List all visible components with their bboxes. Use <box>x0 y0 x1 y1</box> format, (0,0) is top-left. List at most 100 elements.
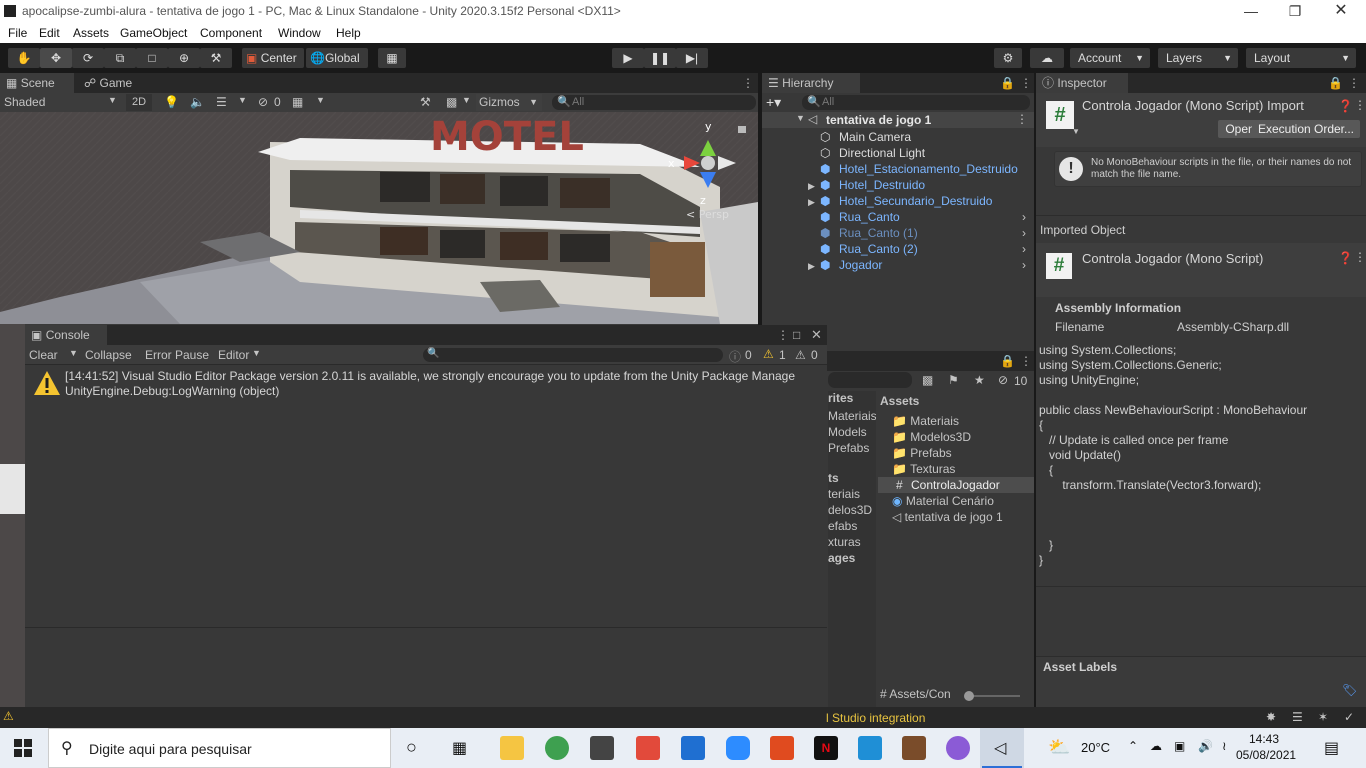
execution-order-button[interactable]: Execution Order... <box>1252 120 1360 138</box>
chevron-right-icon[interactable]: ▶ <box>808 258 815 274</box>
account-dropdown[interactable]: Account ▼ <box>1070 48 1150 68</box>
unity-taskbar-button[interactable]: ◁ <box>980 728 1024 768</box>
tree-item[interactable]: Prefabs <box>828 441 869 455</box>
temperature-label[interactable]: 20°C <box>1081 740 1110 755</box>
menu-help[interactable]: Help <box>336 26 361 40</box>
scene-viewport[interactable]: MOTEL y x z < Persp <box>0 112 758 324</box>
game-app-icon[interactable] <box>902 736 926 760</box>
asset-item[interactable]: ◉ Material Cenário <box>892 494 994 508</box>
scene-menu-icon[interactable]: ⋮ <box>742 76 754 90</box>
notifications-icon[interactable]: ▤ <box>1324 738 1339 758</box>
help-icon[interactable]: ❓ <box>1338 99 1353 113</box>
asset-item[interactable]: 📁 Modelos3D <box>892 430 971 444</box>
chevron-right-icon[interactable]: › <box>1022 241 1026 257</box>
console-splitter[interactable] <box>25 627 827 628</box>
project-menu-icon[interactable]: ⋮ <box>1020 354 1032 368</box>
shading-mode-dropdown[interactable]: Shaded ▼ <box>4 95 120 111</box>
hierarchy-item[interactable]: ▶ ⬢ Hotel_Secundario_Destruido <box>762 193 1034 209</box>
layers-dropdown[interactable]: Layers ▼ <box>1158 48 1238 68</box>
chevron-down-icon[interactable]: ▼ <box>252 348 261 358</box>
menu-file[interactable]: File <box>8 26 27 40</box>
component-menu-icon[interactable]: ⋮ <box>1354 98 1366 112</box>
menu-window[interactable]: Window <box>278 26 321 40</box>
menu-component[interactable]: Component <box>200 26 262 40</box>
label-tag-icon[interactable]: 🏷 <box>1342 683 1357 697</box>
chevron-down-icon[interactable]: ▼ <box>69 348 78 358</box>
menu-gameobject[interactable]: GameObject <box>120 26 187 40</box>
chevron-right-icon[interactable]: › <box>1022 257 1026 273</box>
battery-icon[interactable]: ▣ <box>1174 739 1185 753</box>
hierarchy-item[interactable]: ⬢ Rua_Canto › <box>762 209 1034 225</box>
hierarchy-item[interactable]: ⬡ Main Camera <box>762 129 1034 145</box>
menu-assets[interactable]: Assets <box>73 26 109 40</box>
asset-item[interactable]: 📁 Materiais <box>892 414 959 428</box>
chevron-down-icon[interactable]: ▼ <box>796 113 805 123</box>
help-icon[interactable]: ❓ <box>1338 251 1353 265</box>
gizmos-dropdown[interactable]: Gizmos ▼ <box>476 94 542 111</box>
cortana-icon[interactable]: ○ <box>406 737 417 758</box>
hierarchy-item[interactable]: ⬢ Hotel_Estacionamento_Destruido <box>762 161 1034 177</box>
chevron-right-icon[interactable]: › <box>1022 225 1026 241</box>
chevron-down-icon[interactable]: ▼ <box>1072 127 1080 136</box>
asset-item[interactable]: 📁 Prefabs <box>892 446 952 460</box>
gift-icon[interactable] <box>636 736 660 760</box>
hierarchy-search-input[interactable]: 🔍 All <box>802 95 1030 110</box>
error-pause-toggle[interactable]: Error Pause <box>145 348 209 362</box>
hierarchy-item[interactable]: ⬢ Rua_Canto (2) › <box>762 241 1034 257</box>
chrome-icon[interactable] <box>545 736 569 760</box>
office-icon[interactable] <box>770 736 794 760</box>
grid-toggle-icon[interactable]: ▦ <box>292 95 303 109</box>
hierarchy-item[interactable]: ▶ ⬢ Jogador › <box>762 257 1034 273</box>
play-button[interactable]: ▶ <box>612 48 644 68</box>
cache-icon[interactable]: ☰ <box>1292 710 1303 724</box>
browser-icon[interactable] <box>946 736 970 760</box>
check-icon[interactable]: ✓ <box>1344 710 1354 724</box>
clear-button[interactable]: Clear <box>29 348 58 362</box>
tree-item[interactable]: xturas <box>828 535 861 549</box>
clock-date[interactable]: 05/08/2021 <box>1236 748 1296 762</box>
hidden-objects-icon[interactable]: ⊘ <box>258 95 268 109</box>
chevron-down-icon[interactable]: ▼ <box>238 95 247 105</box>
pause-button[interactable]: ❚❚ <box>644 48 676 68</box>
info-icon[interactable]: ⓘ <box>729 348 741 365</box>
network-warning-icon[interactable]: ☁ <box>1150 739 1162 753</box>
transform-tool-icon[interactable]: ⊕ <box>168 48 200 68</box>
chevron-down-icon[interactable]: ▼ <box>462 95 471 105</box>
tree-item[interactable]: Materiais <box>828 409 876 423</box>
2d-toggle[interactable]: 2D <box>126 94 152 111</box>
scene-search-input[interactable]: 🔍 All <box>552 95 756 110</box>
console-entry[interactable]: [14:41:52] Visual Studio Editor Package … <box>25 366 827 402</box>
create-button[interactable]: +▾ <box>766 95 790 111</box>
wifi-icon[interactable]: ≀ <box>1222 739 1227 753</box>
error-icon[interactable]: ⚠ <box>795 348 806 362</box>
minimize-button[interactable]: — <box>1228 0 1274 23</box>
services-icon[interactable]: ⚙ <box>994 48 1022 68</box>
audio-toggle-icon[interactable]: 🔈 <box>190 95 205 109</box>
asset-item[interactable]: ◁ tentativa de jogo 1 <box>892 510 1003 524</box>
slider-handle[interactable] <box>964 691 974 701</box>
file-explorer-icon[interactable] <box>500 736 524 760</box>
chevron-down-icon[interactable]: ▼ <box>316 95 325 105</box>
lock-icon[interactable]: 🔒 <box>1000 76 1015 90</box>
store-icon[interactable] <box>590 736 614 760</box>
camera-icon[interactable]: ▩ <box>446 95 457 109</box>
task-view-icon[interactable]: ▦ <box>452 738 467 758</box>
hierarchy-menu-icon[interactable]: ⋮ <box>1020 76 1032 90</box>
tree-item[interactable]: efabs <box>828 519 857 533</box>
filter-type-icon[interactable]: ▩ <box>922 373 933 387</box>
lock-icon[interactable]: 🔒 <box>1000 354 1015 368</box>
clock-time[interactable]: 14:43 <box>1249 732 1279 746</box>
asset-item-selected[interactable]: # ControlaJogador <box>878 477 1034 493</box>
mail-icon[interactable] <box>681 736 705 760</box>
inspector-menu-icon[interactable]: ⋮ <box>1348 76 1360 90</box>
pivot-center-button[interactable]: ▣ Center <box>242 48 304 68</box>
component-menu-icon[interactable]: ⋮ <box>1354 250 1366 264</box>
restore-button[interactable]: ❐ <box>1272 0 1318 23</box>
asset-item[interactable]: 📁 Texturas <box>892 462 955 476</box>
tab-game[interactable]: ☍ Game <box>78 73 140 93</box>
taskbar-search-box[interactable]: ⚲ Digite aqui para pesquisar <box>48 728 391 768</box>
tab-console[interactable]: ▣ Console <box>25 325 107 345</box>
chevron-right-icon[interactable]: ▶ <box>808 194 815 210</box>
close-window-button[interactable]: ✕ <box>1318 0 1364 23</box>
close-icon[interactable]: ✕ <box>811 327 822 343</box>
